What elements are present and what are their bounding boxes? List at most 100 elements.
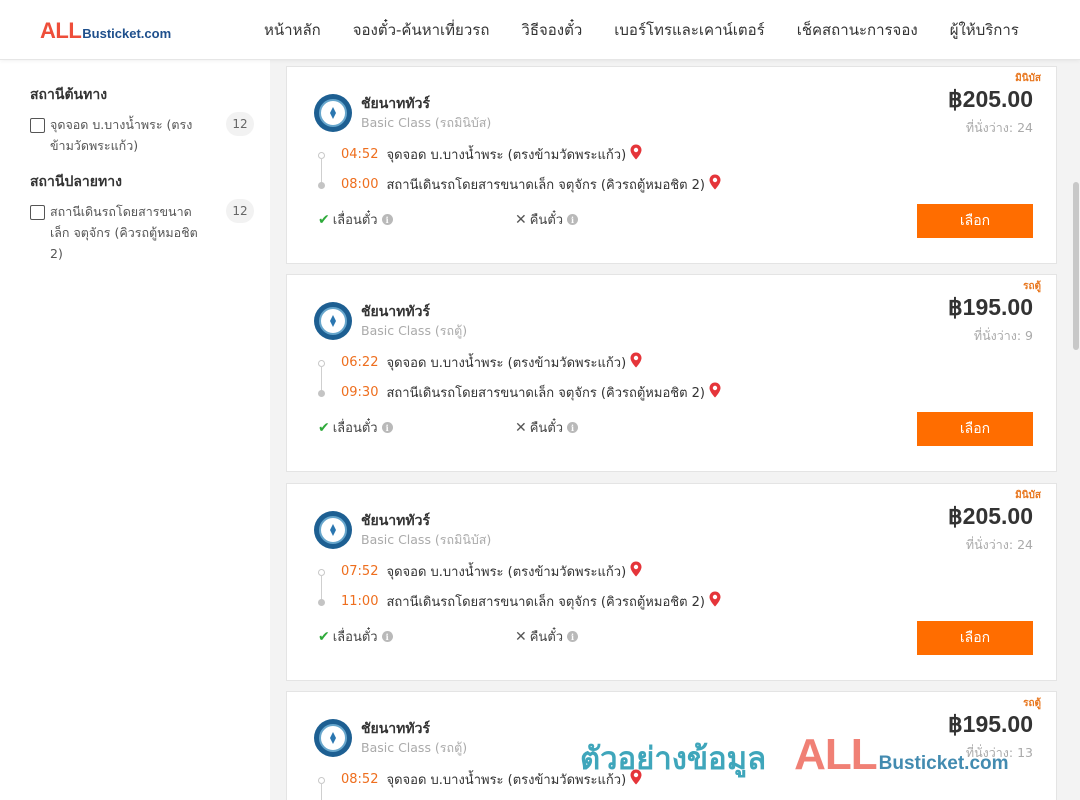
destination-checkbox[interactable] bbox=[30, 205, 45, 220]
arrival-stop: 11:00 สถานีเดินรถโดยสารขนาดเล็ก จตุจักร … bbox=[341, 591, 721, 611]
select-trip-button[interactable]: เลือก bbox=[917, 204, 1033, 238]
info-icon[interactable]: i bbox=[381, 631, 393, 642]
departure-stop-name: จุดจอด บ.บางน้ำพระ (ตรงข้ามวัดพระแก้ว) bbox=[386, 564, 627, 580]
cross-icon: ✕ bbox=[515, 419, 527, 436]
map-pin-icon[interactable] bbox=[709, 591, 721, 611]
site-header: ALL Busticket.com หน้าหลัก จองตั๋ว-ค้นหา… bbox=[0, 0, 1080, 60]
arrival-stop-name: สถานีเดินรถโดยสารขนาดเล็ก จตุจักร (คิวรถ… bbox=[386, 594, 705, 610]
origin-option-label: จุดจอด บ.บางน้ำพระ (ตรงข้ามวัดพระแก้ว) bbox=[50, 117, 193, 153]
select-trip-button[interactable]: เลือก bbox=[917, 412, 1033, 446]
arrival-stop-name: สถานีเดินรถโดยสารขนาดเล็ก จตุจักร (คิวรถ… bbox=[386, 385, 705, 401]
info-icon[interactable]: i bbox=[567, 631, 579, 642]
departure-stop: 06:22 จุดจอด บ.บางน้ำพระ (ตรงข้ามวัดพระแ… bbox=[341, 352, 642, 372]
operator-logo-icon bbox=[314, 511, 352, 549]
arrival-dot-icon bbox=[318, 182, 325, 189]
site-logo[interactable]: ALL Busticket.com bbox=[40, 18, 171, 44]
departure-stop: 07:52 จุดจอด บ.บางน้ำพระ (ตรงข้ามวัดพระแ… bbox=[341, 561, 642, 581]
seats-available: ที่นั่งว่าง: 24 bbox=[965, 537, 1033, 552]
map-pin-icon[interactable] bbox=[630, 144, 642, 164]
vehicle-type-tag: มินิบัส bbox=[1015, 490, 1041, 501]
refund-policy: ✕ คืนตั๋ว i bbox=[515, 417, 579, 438]
nav-check-booking[interactable]: เช็คสถานะการจอง bbox=[781, 18, 934, 42]
map-pin-icon[interactable] bbox=[630, 769, 642, 789]
route-line bbox=[321, 783, 322, 800]
cross-icon: ✕ bbox=[515, 628, 527, 645]
seats-available: ที่นั่งว่าง: 24 bbox=[965, 120, 1033, 135]
nav-book-search[interactable]: จองตั๋ว-ค้นหาเที่ยวรถ bbox=[337, 18, 506, 42]
check-icon: ✔ bbox=[318, 628, 330, 645]
vehicle-type-tag: รถตู้ bbox=[1023, 698, 1041, 709]
departure-stop: 08:52 จุดจอด บ.บางน้ำพระ (ตรงข้ามวัดพระแ… bbox=[341, 769, 642, 789]
service-class: Basic Class (รถตู้) bbox=[361, 740, 468, 755]
change-policy-label: เลื่อนตั๋ว bbox=[332, 421, 378, 436]
change-policy: ✔ เลื่อนตั๋ว i bbox=[318, 417, 393, 438]
seats-available: ที่นั่งว่าง: 13 bbox=[965, 745, 1033, 760]
arrival-stop: 08:00 สถานีเดินรถโดยสารขนาดเล็ก จตุจักร … bbox=[341, 174, 721, 194]
page-scrollbar[interactable] bbox=[1072, 60, 1080, 800]
refund-policy: ✕ คืนตั๋ว i bbox=[515, 209, 579, 230]
trip-card: รถตู้ ชัยนาททัวร์ Basic Class (รถตู้) ฿1… bbox=[286, 274, 1057, 472]
info-icon[interactable]: i bbox=[567, 214, 579, 225]
destination-count-badge: 12 bbox=[226, 199, 254, 223]
check-icon: ✔ bbox=[318, 211, 330, 228]
info-icon[interactable]: i bbox=[567, 422, 579, 433]
map-pin-icon[interactable] bbox=[709, 174, 721, 194]
refund-policy-label: คืนตั๋ว bbox=[529, 421, 564, 436]
arrival-dot-icon bbox=[318, 599, 325, 606]
map-pin-icon[interactable] bbox=[630, 352, 642, 372]
vehicle-type-tag: มินิบัส bbox=[1015, 73, 1041, 84]
logo-busticket-text: Busticket.com bbox=[82, 26, 172, 41]
destination-filter-title: สถานีปลายทาง bbox=[30, 174, 122, 190]
arrival-time: 09:30 bbox=[341, 384, 379, 400]
logo-all-text: ALL bbox=[40, 18, 82, 43]
trip-card: มินิบัส ชัยนาททัวร์ Basic Class (รถมินิบ… bbox=[286, 66, 1057, 264]
cross-icon: ✕ bbox=[515, 211, 527, 228]
trip-card: รถตู้ ชัยนาททัวร์ Basic Class (รถตู้) ฿1… bbox=[286, 691, 1057, 800]
map-pin-icon[interactable] bbox=[630, 561, 642, 581]
origin-count-badge: 12 bbox=[226, 112, 254, 136]
departure-stop-name: จุดจอด บ.บางน้ำพระ (ตรงข้ามวัดพระแก้ว) bbox=[386, 772, 627, 788]
nav-home[interactable]: หน้าหลัก bbox=[248, 18, 337, 42]
change-policy-label: เลื่อนตั๋ว bbox=[332, 213, 378, 228]
operator-logo-icon bbox=[314, 94, 352, 132]
origin-filter: สถานีต้นทาง จุดจอด บ.บางน้ำพระ (ตรงข้ามว… bbox=[30, 84, 258, 156]
trip-results: มินิบัส ชัยนาททัวร์ Basic Class (รถมินิบ… bbox=[286, 0, 1058, 800]
info-icon[interactable]: i bbox=[381, 422, 393, 433]
change-policy: ✔ เลื่อนตั๋ว i bbox=[318, 626, 393, 647]
change-policy: ✔ เลื่อนตั๋ว i bbox=[318, 209, 393, 230]
check-icon: ✔ bbox=[318, 419, 330, 436]
main-nav: หน้าหลัก จองตั๋ว-ค้นหาเที่ยวรถ วิธีจองตั… bbox=[248, 0, 1035, 60]
map-pin-icon[interactable] bbox=[709, 382, 721, 402]
departure-time: 04:52 bbox=[341, 146, 379, 162]
origin-checkbox[interactable] bbox=[30, 118, 45, 133]
trip-price: ฿195.00 bbox=[948, 294, 1033, 320]
service-class: Basic Class (รถตู้) bbox=[361, 323, 468, 338]
destination-option[interactable]: สถานีเดินรถโดยสารขนาดเล็ก จตุจักร (คิวรถ… bbox=[30, 199, 258, 264]
info-icon[interactable]: i bbox=[381, 214, 393, 225]
select-trip-button[interactable]: เลือก bbox=[917, 621, 1033, 655]
operator-name: ชัยนาททัวร์ bbox=[361, 96, 430, 112]
departure-time: 08:52 bbox=[341, 771, 379, 787]
trip-price: ฿195.00 bbox=[948, 711, 1033, 737]
departure-time: 06:22 bbox=[341, 354, 379, 370]
filter-sidebar: สถานีต้นทาง จุดจอด บ.บางน้ำพระ (ตรงข้ามว… bbox=[0, 60, 270, 800]
operator-name: ชัยนาททัวร์ bbox=[361, 721, 430, 737]
origin-option[interactable]: จุดจอด บ.บางน้ำพระ (ตรงข้ามวัดพระแก้ว) 1… bbox=[30, 112, 258, 156]
nav-operators[interactable]: ผู้ให้บริการ bbox=[934, 18, 1035, 42]
nav-how-to-book[interactable]: วิธีจองตั๋ว bbox=[505, 18, 598, 42]
arrival-stop-name: สถานีเดินรถโดยสารขนาดเล็ก จตุจักร (คิวรถ… bbox=[386, 177, 705, 193]
trip-price: ฿205.00 bbox=[948, 86, 1033, 112]
seats-available: ที่นั่งว่าง: 9 bbox=[973, 328, 1033, 343]
destination-filter: สถานีปลายทาง สถานีเดินรถโดยสารขนาดเล็ก จ… bbox=[30, 171, 258, 264]
nav-phone-counter[interactable]: เบอร์โทรและเคาน์เตอร์ bbox=[598, 18, 780, 42]
arrival-time: 08:00 bbox=[341, 176, 379, 192]
operator-logo-icon bbox=[314, 719, 352, 757]
scrollbar-thumb[interactable] bbox=[1073, 182, 1079, 350]
operator-name: ชัยนาททัวร์ bbox=[361, 304, 430, 320]
departure-stop: 04:52 จุดจอด บ.บางน้ำพระ (ตรงข้ามวัดพระแ… bbox=[341, 144, 642, 164]
service-class: Basic Class (รถมินิบัส) bbox=[361, 115, 492, 130]
origin-filter-title: สถานีต้นทาง bbox=[30, 87, 108, 103]
departure-stop-name: จุดจอด บ.บางน้ำพระ (ตรงข้ามวัดพระแก้ว) bbox=[386, 147, 627, 163]
refund-policy: ✕ คืนตั๋ว i bbox=[515, 626, 579, 647]
operator-logo-icon bbox=[314, 302, 352, 340]
